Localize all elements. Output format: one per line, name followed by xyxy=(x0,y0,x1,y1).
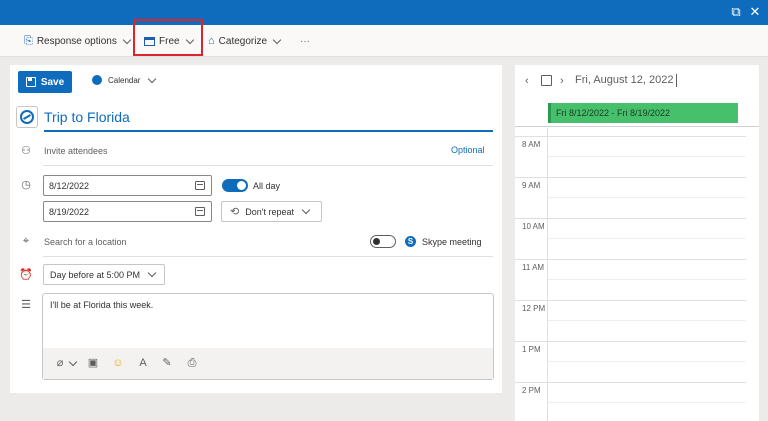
more-label: ··· xyxy=(300,35,310,47)
location-icon: ⌖ xyxy=(22,235,30,247)
attach-icon[interactable]: ⌀ xyxy=(53,356,67,370)
all-day-toggle[interactable] xyxy=(222,179,248,192)
start-date-value: 8/12/2022 xyxy=(49,180,90,191)
half-hour-line xyxy=(548,402,746,403)
categorize-button[interactable]: ⌂ Categorize xyxy=(208,25,282,57)
popout-icon[interactable]: ⧉ xyxy=(728,4,744,20)
people-icon: ⚇ xyxy=(21,145,31,157)
skype-toggle[interactable] xyxy=(370,235,396,248)
hour-label: 10 AM xyxy=(522,222,545,231)
title-bar: ⧉ ✕ xyxy=(0,0,768,25)
save-label: Save xyxy=(40,76,65,88)
notes-icon: ☰ xyxy=(21,299,31,311)
tag-icon: ⌂ xyxy=(208,35,215,47)
chevron-down-icon xyxy=(272,35,282,44)
repeat-icon: ⟲ xyxy=(230,206,240,218)
date-heading-label: Fri, August 12, 2022 xyxy=(575,74,674,86)
start-date-field[interactable]: 8/12/2022 xyxy=(43,175,212,196)
hour-line xyxy=(515,341,746,342)
hour-line xyxy=(515,218,746,219)
hour-label: 8 AM xyxy=(522,140,541,149)
calendar-icon[interactable] xyxy=(195,207,205,216)
date-heading[interactable]: Fri, August 12, 2022 xyxy=(575,74,678,87)
highlight-box xyxy=(133,19,203,56)
hour-line xyxy=(515,259,746,260)
calendar-icon[interactable] xyxy=(195,181,205,190)
previous-day-icon[interactable]: ‹ xyxy=(525,75,535,87)
command-bar: ⎘ Response options Free ⌂ Categorize ··· xyxy=(0,25,768,57)
all-day-event[interactable]: Fri 8/12/2022 - Fri 8/19/2022 xyxy=(548,103,738,123)
close-icon[interactable]: ✕ xyxy=(747,4,763,20)
save-button[interactable]: Save xyxy=(18,71,72,93)
half-hour-line xyxy=(548,238,746,239)
calendar-color-icon xyxy=(92,75,102,85)
response-options-label: Response options xyxy=(36,35,117,47)
next-day-icon[interactable]: › xyxy=(560,75,570,87)
chevron-down-icon xyxy=(148,74,157,83)
calendar-picker[interactable]: Calendar xyxy=(92,74,157,85)
all-day-label: All day xyxy=(253,181,281,191)
location-input[interactable]: Search for a location xyxy=(44,237,127,247)
clock-icon: ◷ xyxy=(21,179,31,191)
time-column-divider xyxy=(547,128,548,421)
today-icon[interactable] xyxy=(541,75,552,86)
alarm-icon: ⏰ xyxy=(19,269,33,281)
optional-attendees-link[interactable]: Optional xyxy=(451,145,485,155)
hour-line xyxy=(515,136,746,137)
half-hour-line xyxy=(548,279,746,280)
repeat-label: Don't repeat xyxy=(245,206,294,217)
divider xyxy=(43,256,493,257)
hour-label: 11 AM xyxy=(522,263,545,272)
format-icon[interactable]: A xyxy=(136,356,150,370)
hour-label: 1 PM xyxy=(522,345,541,354)
hour-line xyxy=(515,382,746,383)
half-hour-line xyxy=(548,156,746,157)
end-date-value: 8/19/2022 xyxy=(49,206,90,217)
save-icon xyxy=(25,77,36,87)
hour-label: 9 AM xyxy=(522,181,541,190)
repeat-dropdown[interactable]: ⟲ Don't repeat xyxy=(221,201,322,222)
chevron-down-icon xyxy=(676,74,678,87)
image-icon[interactable]: ▣ xyxy=(86,356,100,370)
half-hour-line xyxy=(548,361,746,362)
categorize-label: Categorize xyxy=(218,35,268,47)
reminder-dropdown[interactable]: Day before at 5:00 PM xyxy=(43,264,165,285)
more-options-button[interactable]: ··· xyxy=(300,25,310,57)
half-hour-line xyxy=(548,197,746,198)
title-underline xyxy=(44,130,493,132)
event-body-text[interactable]: I'll be at Florida this week. xyxy=(50,300,153,310)
chevron-down-icon xyxy=(301,205,311,215)
end-date-field[interactable]: 8/19/2022 xyxy=(43,201,212,222)
hour-line xyxy=(515,177,746,178)
emoji-icon[interactable]: ☺ xyxy=(111,356,125,370)
skype-icon: S xyxy=(405,236,416,247)
response-options-button[interactable]: ⎘ Response options xyxy=(24,25,132,57)
divider xyxy=(43,165,493,166)
attendees-input[interactable]: Invite attendees xyxy=(44,146,108,156)
draw-icon[interactable]: ✎ xyxy=(160,356,174,370)
chevron-down-icon xyxy=(122,35,132,44)
response-icon: ⎘ xyxy=(24,34,33,47)
loop-icon[interactable]: ⎙ xyxy=(185,356,199,370)
hour-line xyxy=(515,300,746,301)
calendar-label: Calendar xyxy=(108,75,141,85)
half-hour-line xyxy=(548,320,746,321)
hour-label: 12 PM xyxy=(522,304,546,313)
skype-label: Skype meeting xyxy=(422,237,482,247)
hour-label: 2 PM xyxy=(522,386,541,395)
chevron-down-icon xyxy=(147,268,157,278)
event-type-icon[interactable] xyxy=(16,106,38,128)
event-title-input[interactable]: Trip to Florida xyxy=(44,109,130,125)
reminder-label: Day before at 5:00 PM xyxy=(50,269,141,280)
